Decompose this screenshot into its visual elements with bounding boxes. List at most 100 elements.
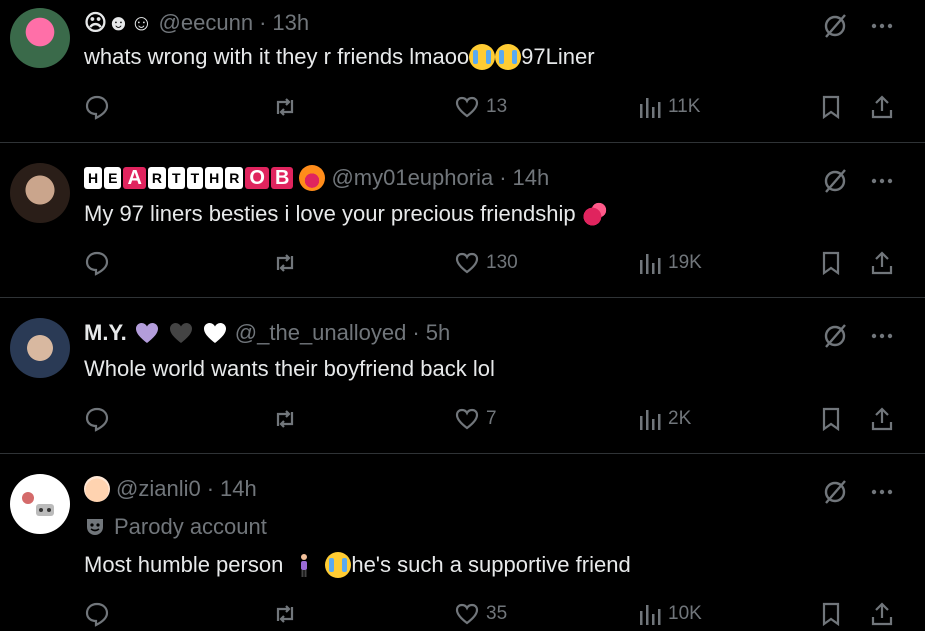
timestamp[interactable]: 14h (220, 476, 257, 502)
share-button[interactable] (870, 250, 894, 276)
retweet-icon (276, 254, 294, 272)
avatar[interactable] (10, 474, 70, 534)
tweet-text-suffix: he's such a supportive friend (351, 552, 631, 577)
purple-heart-icon (135, 323, 158, 343)
retweet-icon (276, 605, 294, 623)
crying-emoji-icon (469, 44, 496, 70)
timestamp[interactable]: 5h (426, 320, 450, 346)
parody-label-text: Parody account (114, 514, 267, 539)
retweet-button[interactable] (272, 406, 298, 432)
tweet-text: whats wrong with it they r friends lmaoo (84, 44, 470, 69)
retweet-button[interactable] (272, 94, 298, 120)
bookmark-icon (822, 95, 840, 120)
views-button[interactable]: 10K (638, 601, 702, 627)
bookmark-button[interactable] (820, 601, 842, 627)
heart-icon (455, 408, 479, 430)
views-icon (640, 254, 661, 274)
views-count: 2K (668, 408, 692, 429)
views-button[interactable]: 19K (638, 250, 702, 276)
tweet-text-suffix: 97Liner (521, 44, 595, 69)
retweet-button[interactable] (272, 601, 298, 627)
handle[interactable]: @zianli0 (116, 476, 201, 502)
mute-icon[interactable] (821, 478, 849, 506)
share-button[interactable] (870, 94, 894, 120)
handle[interactable]: @_the_unalloyed (235, 320, 407, 346)
timestamp[interactable]: 14h (513, 165, 550, 191)
display-name[interactable]: ☹☻☺ (84, 10, 153, 36)
views-icon (640, 98, 661, 118)
share-button[interactable] (870, 601, 894, 627)
avatar[interactable] (10, 8, 70, 68)
bookmark-button[interactable] (820, 94, 842, 120)
heart-icon (455, 252, 479, 274)
like-button[interactable]: 13 (454, 94, 507, 120)
views-button[interactable]: 2K (638, 406, 691, 432)
more-icon[interactable] (871, 332, 893, 340)
person-standing-icon (301, 554, 308, 577)
tweet-text: My 97 liners besties i love your preciou… (84, 201, 576, 226)
like-count: 13 (486, 96, 508, 117)
parody-label: Parody account (84, 514, 267, 540)
tweet[interactable]: M.Y. @_the_unalloyed · 5h Whole world wa… (0, 298, 925, 454)
tweet-text: Most humble person (84, 552, 284, 577)
share-icon (871, 407, 893, 431)
like-button[interactable]: 130 (454, 250, 518, 276)
bookmark-icon (822, 602, 840, 627)
like-count: 130 (486, 252, 518, 273)
more-icon[interactable] (871, 488, 893, 496)
white-heart-icon (203, 323, 226, 343)
share-icon (871, 251, 893, 275)
handle[interactable]: @eecunn (159, 10, 254, 36)
avatar-illustration (22, 492, 54, 516)
share-button[interactable] (870, 406, 894, 432)
reply-button[interactable] (84, 94, 110, 120)
mute-icon[interactable] (821, 12, 849, 40)
retweet-icon (276, 98, 294, 116)
tweet[interactable]: @zianli0 · 14h Parody account Most humbl… (0, 454, 925, 627)
retweet-icon (276, 410, 294, 428)
two-hearts-emoji-icon (581, 201, 608, 227)
views-icon (640, 605, 661, 625)
more-icon[interactable] (871, 177, 893, 185)
views-count: 10K (668, 603, 702, 624)
avatar[interactable] (10, 163, 70, 223)
bookmark-icon (822, 407, 840, 432)
display-name[interactable]: M.Y. (84, 320, 127, 346)
heart-on-fire-emoji-icon (299, 165, 326, 191)
retweet-button[interactable] (272, 250, 298, 276)
bookmark-button[interactable] (820, 250, 842, 276)
views-count: 19K (668, 252, 702, 273)
tweet[interactable]: H E A R T T H R O B @my01euphoria · 14h … (0, 143, 925, 298)
tweet[interactable]: ☹☻☺ @eecunn · 13h whats wrong with it th… (0, 0, 925, 143)
reply-button[interactable] (84, 406, 110, 432)
baby-emoji-icon (84, 476, 110, 502)
like-button[interactable]: 7 (454, 406, 497, 432)
mute-icon[interactable] (821, 322, 849, 350)
like-button[interactable]: 35 (454, 601, 507, 627)
share-icon (871, 602, 893, 626)
reply-icon (85, 251, 109, 276)
like-count: 7 (486, 408, 497, 429)
tweet-text: Whole world wants their boyfriend back l… (84, 356, 495, 381)
share-icon (871, 95, 893, 119)
views-button[interactable]: 11K (638, 94, 700, 120)
views-icon (640, 410, 661, 430)
bookmark-button[interactable] (820, 406, 842, 432)
reply-button[interactable] (84, 250, 110, 276)
more-icon[interactable] (871, 22, 893, 30)
display-name-badges[interactable]: H E A R T T H R O B (84, 167, 294, 189)
mute-icon[interactable] (821, 167, 849, 195)
timestamp[interactable]: 13h (272, 10, 309, 36)
crying-emoji-icon (495, 44, 522, 70)
heart-icon (455, 603, 479, 625)
reply-icon (85, 95, 109, 120)
handle[interactable]: @my01euphoria (331, 165, 493, 191)
reply-icon (85, 407, 109, 432)
reply-button[interactable] (84, 601, 110, 627)
avatar[interactable] (10, 318, 70, 378)
views-count: 11K (668, 96, 701, 117)
theater-mask-icon (87, 519, 103, 535)
reply-icon (85, 602, 109, 627)
crying-emoji-icon (325, 552, 352, 578)
black-heart-icon (169, 323, 192, 343)
